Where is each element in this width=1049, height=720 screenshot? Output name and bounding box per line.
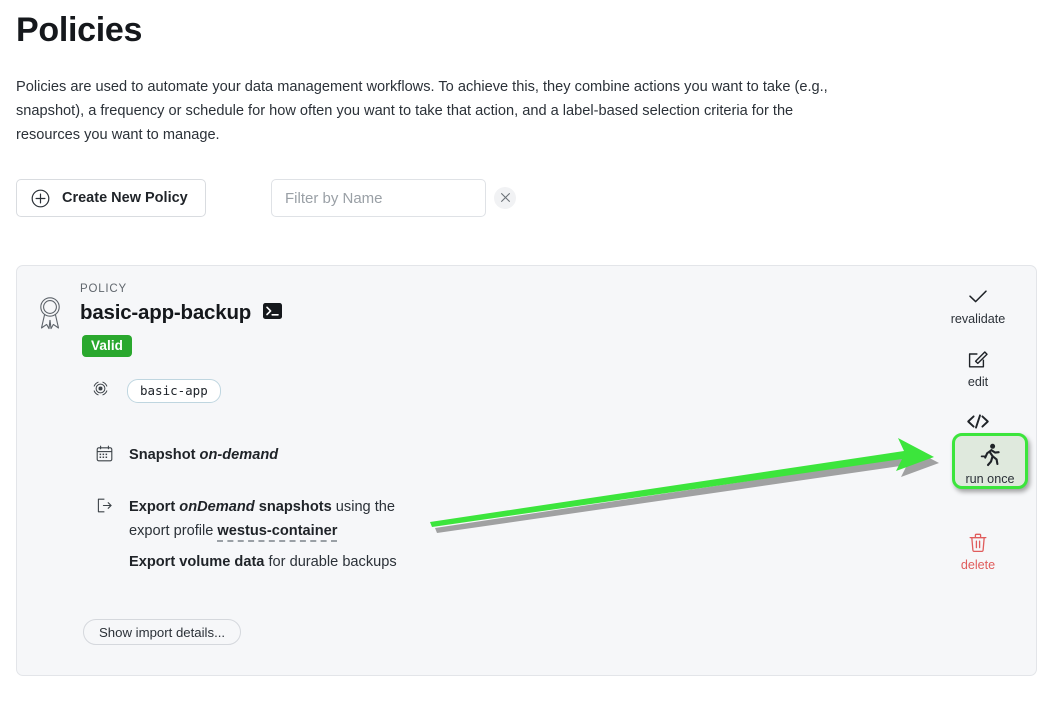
clear-filter-button[interactable] (494, 187, 516, 209)
detail-snapshot: Snapshot on-demand (96, 443, 278, 467)
policy-label-chip[interactable]: basic-app (127, 379, 221, 403)
runner-icon (979, 443, 1001, 470)
status-badge: Valid (82, 335, 133, 357)
toolbar: Create New Policy (16, 179, 206, 217)
detail-export-line-2: export profile westus-container (129, 519, 397, 543)
policy-actions: revalidate edit delete (938, 284, 1018, 575)
policy-name-row: basic-app-backup (80, 301, 283, 325)
delete-label: delete (960, 558, 996, 572)
export-icon (96, 497, 113, 574)
edit-button[interactable]: edit (938, 346, 1018, 392)
detail-snapshot-text: Snapshot on-demand (129, 447, 279, 463)
trash-icon (969, 533, 987, 555)
create-new-policy-button[interactable]: Create New Policy (16, 179, 206, 217)
page-description: Policies are used to automate your data … (16, 78, 828, 143)
run-once-highlight: run once (952, 433, 1028, 489)
award-ribbon-icon (35, 294, 65, 337)
plus-circle-icon (31, 189, 50, 208)
close-icon (500, 191, 511, 206)
edit-label: edit (967, 375, 989, 389)
detail-export: Export onDemand snapshots using the expo… (96, 495, 397, 574)
detail-export-line-3: Export volume data for durable backups (129, 554, 397, 570)
revalidate-button[interactable]: revalidate (938, 284, 1018, 329)
calendar-icon (96, 445, 113, 467)
export-profile-value[interactable]: westus-container (217, 523, 338, 542)
code-brackets-icon (965, 413, 991, 433)
policy-card: POLICY basic-app-backup Valid basic-app … (16, 265, 1037, 676)
run-once-label: run once (965, 472, 1015, 486)
show-import-details-button[interactable]: Show import details... (83, 619, 242, 645)
policy-name: basic-app-backup (80, 301, 252, 324)
policy-label-row: basic-app (92, 379, 221, 403)
page-title: Policies (16, 11, 143, 49)
target-icon (92, 380, 109, 402)
detail-export-text: Export onDemand snapshots using the expo… (129, 495, 397, 574)
run-once-button[interactable]: run once (955, 436, 1025, 489)
delete-button[interactable]: delete (938, 529, 1018, 575)
revalidate-label: revalidate (950, 312, 1006, 326)
check-icon (967, 288, 989, 309)
detail-export-line-1: Export onDemand snapshots using the (129, 499, 396, 515)
filter-input[interactable] (272, 189, 494, 207)
policies-page: Policies Policies are used to automate y… (0, 0, 1049, 720)
pencil-square-icon (968, 350, 988, 372)
policy-eyebrow-label: POLICY (80, 283, 127, 295)
terminal-icon[interactable] (263, 302, 283, 324)
filter-by-name-field[interactable] (271, 179, 516, 217)
create-new-policy-label: Create New Policy (62, 190, 188, 206)
